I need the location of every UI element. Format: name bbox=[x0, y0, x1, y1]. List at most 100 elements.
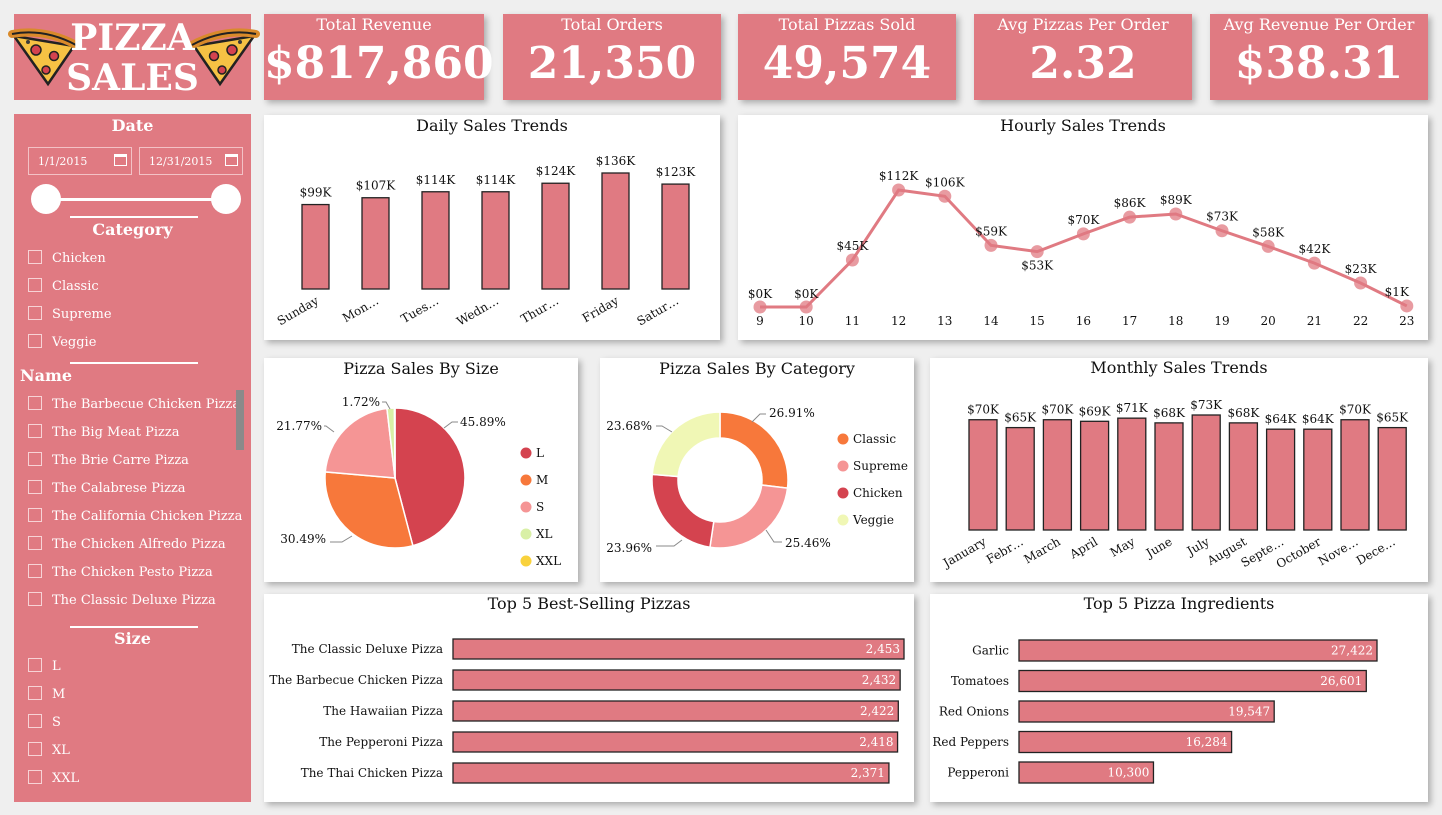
hourly-point bbox=[984, 238, 998, 252]
top5-ingredients-panel: Top 5 Pizza Ingredients 27,422 Garlic 26,6… bbox=[930, 594, 1428, 802]
pizza-name-option[interactable]: The Barbecue Chicken Pizza bbox=[28, 396, 240, 414]
checkbox[interactable] bbox=[28, 770, 42, 784]
pizza-name-option[interactable]: The Chicken Pesto Pizza bbox=[28, 564, 213, 582]
pizza-name-option[interactable]: The Calabrese Pizza bbox=[28, 480, 186, 498]
kpi-label: Total Orders bbox=[561, 15, 663, 34]
size-pie-data-label: 21.77% bbox=[276, 419, 322, 433]
daily-tick-label: Thur… bbox=[518, 293, 561, 326]
checkbox[interactable] bbox=[28, 686, 42, 700]
checkbox[interactable] bbox=[28, 742, 42, 756]
monthly-tick-label: March bbox=[1022, 534, 1064, 566]
category-donut-data-label: 26.91% bbox=[769, 406, 815, 420]
category-option[interactable]: Chicken bbox=[28, 250, 106, 268]
daily-bar bbox=[301, 203, 330, 290]
size-filter-title: Size bbox=[114, 629, 151, 648]
hourly-point bbox=[1169, 207, 1183, 221]
monthly-bar bbox=[1042, 419, 1073, 531]
checkbox[interactable] bbox=[28, 592, 42, 606]
checkbox[interactable] bbox=[28, 250, 42, 264]
pizza-name-option[interactable]: The Classic Deluxe Pizza bbox=[28, 592, 216, 610]
hourly-data-label: $89K bbox=[1160, 193, 1193, 207]
kpi-avg-revenue-per-order: Avg Revenue Per Order $38.31 bbox=[1210, 14, 1428, 100]
pizza-name-option[interactable]: The California Chicken Pizza bbox=[28, 508, 242, 526]
size-option-label: S bbox=[52, 715, 61, 730]
monthly-data-label: $68K bbox=[1227, 406, 1260, 420]
daily-bar bbox=[481, 191, 510, 290]
category-donut-legend-label: Veggie bbox=[852, 513, 894, 527]
top5-pizzas-category-label: The Hawaiian Pizza bbox=[323, 704, 443, 718]
daily-tick-label: Sunday bbox=[275, 293, 321, 328]
top5-pizzas-bar bbox=[452, 762, 890, 784]
name-list-scrollbar[interactable] bbox=[236, 390, 244, 450]
calendar-icon[interactable] bbox=[225, 154, 238, 166]
checkbox[interactable] bbox=[28, 452, 42, 466]
checkbox[interactable] bbox=[28, 306, 42, 320]
logo: PIZZA SALES bbox=[8, 14, 260, 100]
date-slider-end-handle[interactable] bbox=[211, 184, 241, 214]
checkbox[interactable] bbox=[28, 508, 42, 522]
hourly-tick-label: 14 bbox=[983, 314, 999, 328]
logo-line2: SALES bbox=[66, 57, 199, 99]
size-option[interactable]: S bbox=[28, 714, 61, 732]
top5-pizzas-panel: Top 5 Best-Selling Pizzas 2,453 The Class… bbox=[264, 594, 914, 802]
monthly-bar bbox=[1005, 426, 1035, 531]
category-option[interactable]: Veggie bbox=[28, 334, 96, 352]
size-pie-legend-marker bbox=[520, 528, 532, 540]
size-pie-data-label: 1.72% bbox=[342, 395, 380, 409]
checkbox[interactable] bbox=[28, 396, 42, 410]
pizza-name-option-label: The Calabrese Pizza bbox=[52, 481, 186, 496]
hourly-point bbox=[1354, 276, 1368, 290]
checkbox[interactable] bbox=[28, 658, 42, 672]
hourly-point bbox=[1123, 210, 1137, 224]
checkbox[interactable] bbox=[28, 334, 42, 348]
size-option[interactable]: M bbox=[28, 686, 65, 704]
checkbox[interactable] bbox=[28, 480, 42, 494]
calendar-icon[interactable] bbox=[114, 154, 127, 166]
kpi-value: 21,350 bbox=[527, 38, 697, 89]
hourly-point bbox=[892, 183, 906, 197]
kpi-avg-pizzas-per-order: Avg Pizzas Per Order 2.32 bbox=[974, 14, 1192, 100]
hourly-point bbox=[845, 253, 859, 267]
pizza-name-option[interactable]: The Big Meat Pizza bbox=[28, 424, 180, 442]
size-option[interactable]: L bbox=[28, 658, 61, 676]
sales-by-size-chart: 45.89% 30.49% 21.77% 1.72% LMS XL XXL bbox=[276, 395, 561, 568]
category-option[interactable]: Classic bbox=[28, 278, 99, 296]
hourly-data-label: $112K bbox=[879, 169, 920, 183]
sales-by-category-chart: 26.91% 25.46% 23.96% 23.68% Classic Supreme Ch… bbox=[606, 406, 908, 555]
pizza-name-option[interactable]: The Brie Carre Pizza bbox=[28, 452, 189, 470]
pizza-name-option-label: The Barbecue Chicken Pizza bbox=[52, 397, 241, 412]
date-slider-start-handle[interactable] bbox=[31, 184, 61, 214]
checkbox[interactable] bbox=[28, 714, 42, 728]
hourly-tick-label: 19 bbox=[1214, 314, 1229, 328]
hourly-tick-label: 11 bbox=[845, 314, 860, 328]
start-date-input[interactable]: 1/1/2015 bbox=[28, 147, 132, 175]
pizza-name-option[interactable]: The Chicken Alfredo Pizza bbox=[28, 536, 226, 554]
kpi-value: 49,574 bbox=[762, 38, 932, 89]
pizza-name-option-label: The Chicken Alfredo Pizza bbox=[52, 537, 226, 552]
date-slider-track[interactable] bbox=[48, 198, 224, 201]
size-option[interactable]: XL bbox=[28, 742, 70, 760]
top5-pizzas-category-label: The Thai Chicken Pizza bbox=[301, 766, 443, 780]
size-pie-legend-marker bbox=[520, 447, 532, 459]
top5-pizzas-bar bbox=[452, 669, 901, 691]
hourly-data-label: $86K bbox=[1114, 196, 1147, 210]
daily-data-label: $114K bbox=[476, 173, 517, 187]
checkbox[interactable] bbox=[28, 424, 42, 438]
checkbox[interactable] bbox=[28, 278, 42, 292]
top5-pizzas-category-label: The Pepperoni Pizza bbox=[319, 735, 443, 749]
size-option[interactable]: XXL bbox=[28, 770, 79, 788]
pizza-name-option-label: The Classic Deluxe Pizza bbox=[52, 593, 216, 608]
monthly-data-label: $73K bbox=[1190, 398, 1223, 412]
filter-sidebar: Date 1/1/2015 12/31/2015 Category Chicke… bbox=[14, 114, 251, 802]
size-pie-data-label: 45.89% bbox=[460, 415, 506, 429]
kpi-value: 2.32 bbox=[1029, 38, 1137, 89]
checkbox[interactable] bbox=[28, 564, 42, 578]
end-date-input[interactable]: 12/31/2015 bbox=[139, 147, 243, 175]
logo-line1: PIZZA bbox=[70, 17, 195, 59]
checkbox[interactable] bbox=[28, 536, 42, 550]
top5-ingredients-category-label: Pepperoni bbox=[947, 766, 1009, 780]
top5-pizzas-category-label: The Classic Deluxe Pizza bbox=[292, 642, 443, 656]
top5-ingredients-chart: 27,422 Garlic 26,601 Tomatoes 19,547 Red Onio… bbox=[932, 639, 1378, 784]
category-option[interactable]: Supreme bbox=[28, 306, 112, 324]
kpi-value: $817,860 bbox=[264, 38, 494, 89]
